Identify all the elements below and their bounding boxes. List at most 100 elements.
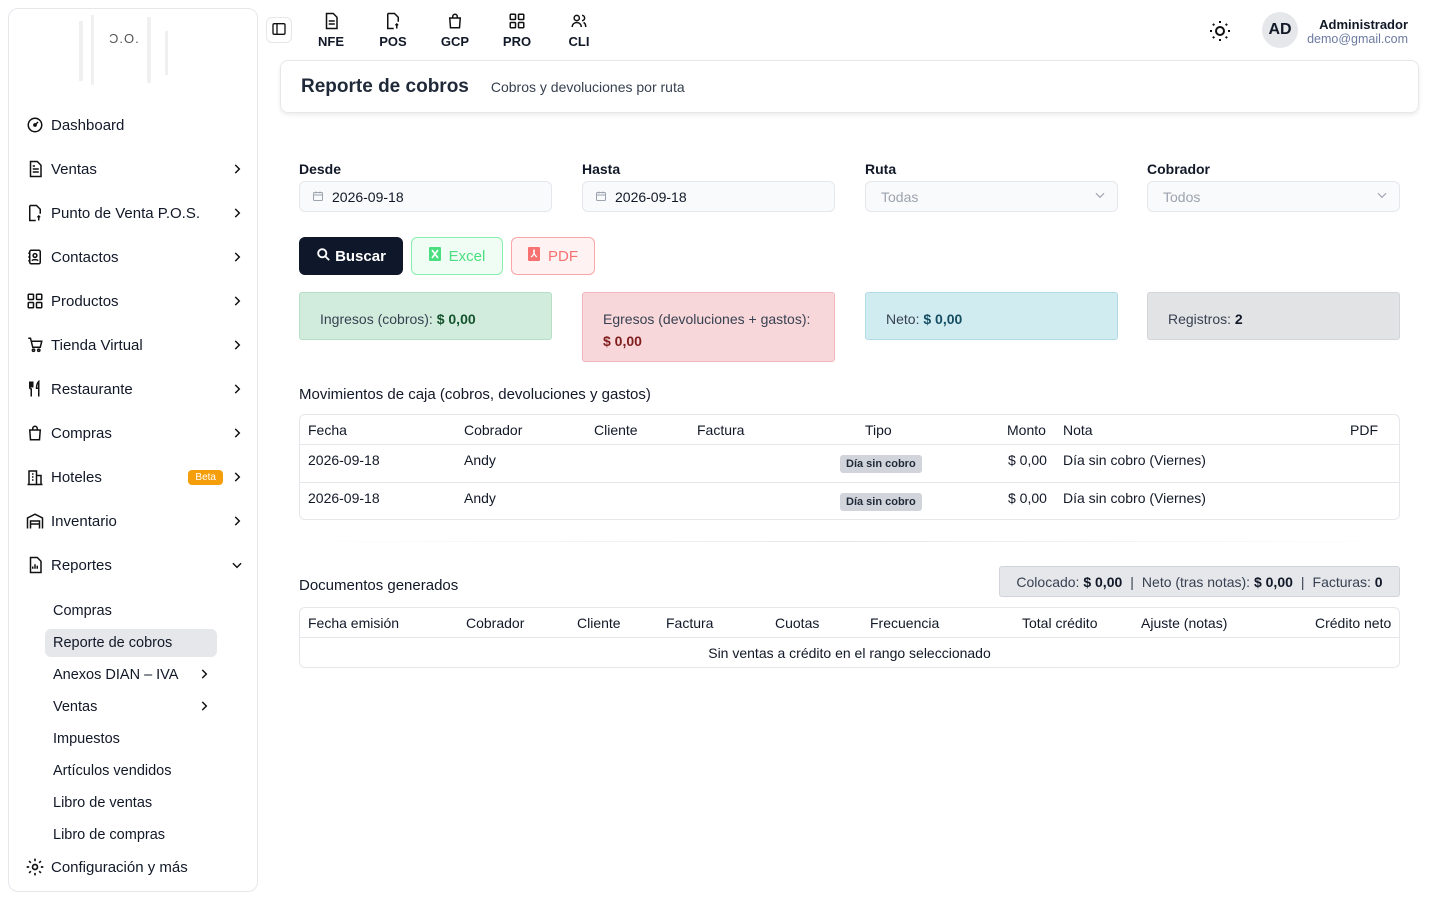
sidebar-subitem-anexos-dian[interactable]: Anexos DIAN – IVA (45, 661, 217, 689)
cell-nota: Día sin cobro (Viernes) (1063, 452, 1206, 468)
topnav-gcp[interactable]: GCP (424, 10, 486, 49)
filter-label: Desde (299, 161, 342, 177)
chevron-right-icon (197, 699, 211, 717)
movimientos-table: Fecha Cobrador Cliente Factura Tipo Mont… (299, 414, 1400, 520)
gauge-icon (25, 115, 45, 135)
topnav-cli[interactable]: CLI (548, 10, 610, 49)
sidebar-subitem-ventas[interactable]: Ventas (45, 693, 217, 721)
chevron-right-icon (229, 381, 245, 397)
pos-document-icon (25, 203, 45, 223)
calendar-icon (595, 189, 607, 205)
sidebar-item-label: Punto de Venta P.O.S. (51, 204, 201, 222)
pos-file-icon (384, 10, 402, 32)
report-icon (25, 555, 45, 575)
cell-fecha: 2026-09-18 (308, 452, 380, 468)
sidebar-subitem-articulos-vendidos[interactable]: Artículos vendidos (45, 757, 217, 785)
tipo-badge: Día sin cobro (840, 455, 922, 473)
sidebar-item-contactos[interactable]: Contactos (25, 239, 249, 275)
table-row: 2026-09-18 Andy Día sin cobro $ 0,00 Día… (300, 445, 1399, 483)
contacts-book-icon (25, 247, 45, 267)
filter-hasta: Hasta 2026-09-18 (582, 161, 835, 212)
filter-cobrador: Cobrador Todos (1147, 161, 1400, 212)
col-pdf: PDF (1350, 422, 1378, 438)
sidebar-toggle-button[interactable] (266, 17, 292, 43)
col-cobrador: Cobrador (464, 422, 523, 438)
sidebar-item-restaurante[interactable]: Restaurante (25, 371, 249, 407)
topnav-pro[interactable]: PRO (486, 10, 548, 49)
facturas-label: Facturas: (1312, 573, 1371, 590)
chevron-right-icon (229, 513, 245, 529)
desde-date-input[interactable]: 2026-09-18 (299, 181, 552, 212)
chevron-right-icon (229, 205, 245, 221)
sidebar-subitem-libro-ventas[interactable]: Libro de ventas (45, 789, 217, 817)
separator: | (1130, 573, 1134, 590)
topnav-label: CLI (568, 34, 590, 49)
egresos-card: Egresos (devoluciones + gastos): $ 0,00 (582, 292, 835, 362)
filter-label: Cobrador (1147, 161, 1210, 177)
sidebar-item-compras[interactable]: Compras (25, 415, 249, 451)
logo-text: Ɔ.O. (109, 31, 140, 46)
beta-badge: Beta (188, 469, 223, 485)
empty-message: Sin ventas a crédito en el rango selecci… (708, 645, 991, 661)
sidebar-item-productos[interactable]: Productos (25, 283, 249, 319)
pdf-button[interactable]: PDF (511, 237, 595, 275)
sidebar-item-label: Tienda Virtual (51, 336, 143, 354)
registros-value: 2 (1234, 311, 1243, 327)
col-total-credito: Total crédito (1022, 615, 1098, 631)
cell-nota: Día sin cobro (Viernes) (1063, 490, 1206, 506)
gear-icon (25, 857, 45, 877)
sidebar-item-dashboard[interactable]: Dashboard (25, 107, 249, 143)
cell-tipo: Día sin cobro (840, 492, 922, 511)
topnav-label: NFE (318, 34, 344, 49)
ruta-select[interactable]: Todas (865, 181, 1118, 212)
sidebar-item-reportes[interactable]: Reportes (25, 547, 249, 583)
col-cobrador: Cobrador (466, 615, 525, 631)
user-email: demo@gmail.com (1307, 32, 1408, 46)
hasta-date-input[interactable]: 2026-09-18 (582, 181, 835, 212)
section-divider (299, 541, 1400, 542)
chevron-right-icon (197, 667, 211, 685)
sidebar-item-pos[interactable]: Punto de Venta P.O.S. (25, 195, 249, 231)
facturas-value: 0 (1374, 573, 1383, 590)
col-cliente: Cliente (577, 615, 621, 631)
cobrador-select[interactable]: Todos (1147, 181, 1400, 212)
sidebar-subitem-libro-compras[interactable]: Libro de compras (45, 821, 217, 849)
avatar[interactable]: AD (1262, 12, 1298, 48)
grid-icon (508, 10, 526, 32)
sidebar-subitem-reporte-cobros[interactable]: Reporte de cobros (45, 629, 217, 657)
excel-button[interactable]: Excel (411, 237, 503, 275)
col-fecha-emision: Fecha emisión (308, 615, 400, 631)
neto-label: Neto: (886, 311, 920, 327)
chevron-right-icon (229, 425, 245, 441)
sidebar-subitem-label: Anexos DIAN – IVA (53, 667, 179, 683)
sidebar-item-hoteles[interactable]: Hoteles Beta (25, 459, 249, 495)
buscar-button[interactable]: Buscar (299, 237, 403, 275)
excel-file-icon (428, 247, 445, 265)
logo: Ɔ.O. (69, 11, 199, 91)
theme-toggle-button[interactable] (1208, 19, 1232, 43)
cobrador-value: Todos (1163, 188, 1201, 205)
sidebar-subitem-label: Ventas (53, 699, 98, 715)
sidebar: Ɔ.O. Dashboard Ventas Punto de Venta P.O… (8, 8, 258, 892)
sidebar-item-ventas[interactable]: Ventas (25, 151, 249, 187)
sidebar-item-label: Productos (51, 292, 119, 310)
tipo-badge: Día sin cobro (840, 493, 922, 511)
sidebar-subitem-compras[interactable]: Compras (45, 597, 217, 625)
sidebar-item-tienda-virtual[interactable]: Tienda Virtual (25, 327, 249, 363)
sidebar-item-inventario[interactable]: Inventario (25, 503, 249, 539)
sidebar-item-label: Compras (51, 424, 112, 442)
topnav-pos[interactable]: POS (362, 10, 424, 49)
sidebar-subitem-impuestos[interactable]: Impuestos (45, 725, 217, 753)
user-info[interactable]: Administrador demo@gmail.com (1307, 17, 1408, 46)
top-nav: NFE POS GCP PRO CLI (300, 10, 610, 49)
col-tipo: Tipo (865, 422, 892, 438)
registros-card: Registros: 2 (1147, 292, 1400, 340)
filter-desde: Desde 2026-09-18 (299, 161, 552, 212)
topnav-label: PRO (502, 34, 532, 49)
registros-label: Registros: (1168, 311, 1232, 327)
neto-notas-value: $ 0,00 (1253, 573, 1293, 590)
topnav-nfe[interactable]: NFE (300, 10, 362, 49)
cell-tipo: Día sin cobro (840, 454, 922, 473)
sidebar-item-configuracion[interactable]: Configuración y más (25, 849, 249, 885)
sun-icon (1208, 21, 1232, 46)
